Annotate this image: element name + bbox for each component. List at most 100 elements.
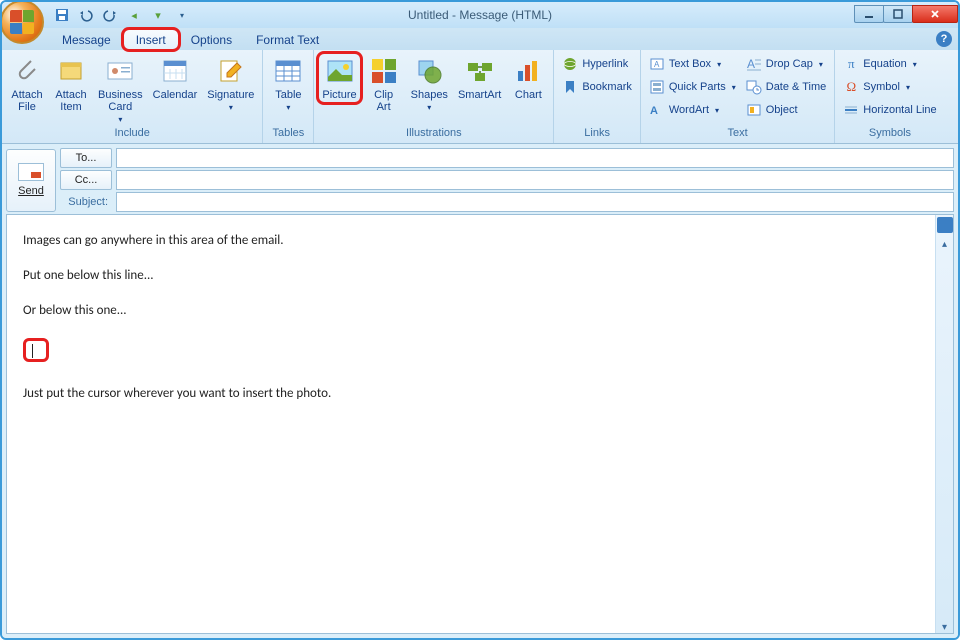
body-line: Just put the cursor wherever you want to… [23,386,919,403]
chevron-down-icon [229,101,233,113]
group-label-symbols: Symbols [839,127,940,143]
svg-text:A: A [747,57,755,71]
svg-text:A: A [654,60,660,69]
group-label-links: Links [558,127,636,143]
calendar-icon [159,55,191,87]
hyperlink-button[interactable]: Hyperlink [558,53,636,75]
compose-area: Send To... Cc... Subject: Images can [2,144,958,638]
tab-insert[interactable]: Insert [123,29,179,50]
picture-icon [324,55,356,87]
table-button[interactable]: Table [267,53,309,115]
cc-button[interactable]: Cc... [60,170,112,190]
svg-text:A: A [650,105,658,117]
equation-icon: π [843,56,859,72]
picture-button[interactable]: Picture [318,53,360,103]
cursor-position-highlight [23,338,49,362]
shapes-icon [413,55,445,87]
symbol-icon: Ω [843,79,859,95]
undo-icon[interactable] [78,7,94,23]
group-links: Hyperlink Bookmark Links [554,50,641,143]
group-label-text: Text [645,127,830,143]
quick-parts-button[interactable]: Quick Parts▾ [645,76,740,98]
ribbon: Attach File Attach Item Business Card Ca… [2,50,958,144]
chevron-down-icon [118,113,122,125]
tab-format-text[interactable]: Format Text [244,30,331,50]
prev-item-icon[interactable]: ◂ [126,7,142,23]
scroll-up-icon[interactable]: ▴ [942,239,947,250]
smartart-icon [464,55,496,87]
equation-button[interactable]: πEquation▾ [839,53,940,75]
chart-icon [512,55,544,87]
message-window: ◂ ▾ ▾ Untitled - Message (HTML) Message … [0,0,960,640]
date-time-button[interactable]: Date & Time [742,76,831,98]
tab-options[interactable]: Options [179,30,244,50]
clip-art-icon [368,55,400,87]
calendar-button[interactable]: Calendar [149,53,202,103]
group-label-include: Include [6,127,258,143]
chevron-down-icon [286,101,290,113]
group-include: Attach File Attach Item Business Card Ca… [2,50,263,143]
window-title: Untitled - Message (HTML) [408,8,552,22]
body-line: Or below this one... [23,303,919,320]
close-button[interactable] [912,5,958,23]
attach-item-icon [55,55,87,87]
business-card-icon [104,55,136,87]
smartart-button[interactable]: SmartArt [454,53,505,103]
group-tables: Table Tables [263,50,314,143]
vertical-scrollbar[interactable]: ▴ ▾ [935,215,953,633]
titlebar: ◂ ▾ ▾ Untitled - Message (HTML) [2,2,958,28]
text-box-icon: A [649,56,665,72]
task-pane-toggle-icon[interactable] [937,217,953,233]
business-card-button[interactable]: Business Card [94,53,147,127]
to-field[interactable] [116,148,954,168]
subject-field[interactable] [116,192,954,212]
date-time-icon [746,79,762,95]
signature-icon [215,55,247,87]
save-icon[interactable] [54,7,70,23]
help-icon[interactable]: ? [936,31,952,47]
group-text: AText Box▾ Quick Parts▾ AWordArt▾ ADrop … [641,50,835,143]
attach-item-button[interactable]: Attach Item [50,53,92,115]
group-illustrations: Picture Clip Art Shapes SmartArt [314,50,554,143]
drop-cap-button[interactable]: ADrop Cap▾ [742,53,831,75]
ribbon-tabs: Message Insert Options Format Text ? [2,28,958,50]
table-icon [272,55,304,87]
scroll-down-icon[interactable]: ▾ [942,622,947,633]
maximize-button[interactable] [883,5,913,23]
minimize-button[interactable] [854,5,884,23]
drop-cap-icon: A [746,56,762,72]
symbol-button[interactable]: ΩSymbol▾ [839,76,940,98]
chart-button[interactable]: Chart [507,53,549,103]
signature-button[interactable]: Signature [203,53,258,115]
message-body-wrap: Images can go anywhere in this area of t… [6,214,954,634]
send-button[interactable]: Send [6,149,56,212]
text-box-button[interactable]: AText Box▾ [645,53,740,75]
to-button[interactable]: To... [60,148,112,168]
attach-file-button[interactable]: Attach File [6,53,48,115]
redo-icon[interactable] [102,7,118,23]
chevron-down-icon [427,101,431,113]
body-line: Put one below this line... [23,268,919,285]
bookmark-button[interactable]: Bookmark [558,76,636,98]
subject-label: Subject: [60,196,112,208]
horizontal-line-icon [843,102,859,118]
qat-customize-icon[interactable]: ▾ [174,7,190,23]
window-controls [855,5,958,25]
group-symbols: πEquation▾ ΩSymbol▾ Horizontal Line Symb… [835,50,944,143]
message-body[interactable]: Images can go anywhere in this area of t… [7,215,935,633]
cc-field[interactable] [116,170,954,190]
body-line: Images can go anywhere in this area of t… [23,233,919,250]
object-icon [746,102,762,118]
tab-message[interactable]: Message [50,30,123,50]
clip-art-button[interactable]: Clip Art [363,53,405,115]
bookmark-icon [562,79,578,95]
office-button[interactable] [0,0,44,44]
object-button[interactable]: Object [742,99,831,121]
next-item-icon[interactable]: ▾ [150,7,166,23]
envelope-icon [18,163,44,181]
horizontal-line-button[interactable]: Horizontal Line [839,99,940,121]
quick-access-toolbar: ◂ ▾ ▾ [54,7,190,23]
shapes-button[interactable]: Shapes [407,53,452,115]
wordart-button[interactable]: AWordArt▾ [645,99,740,121]
hyperlink-icon [562,56,578,72]
